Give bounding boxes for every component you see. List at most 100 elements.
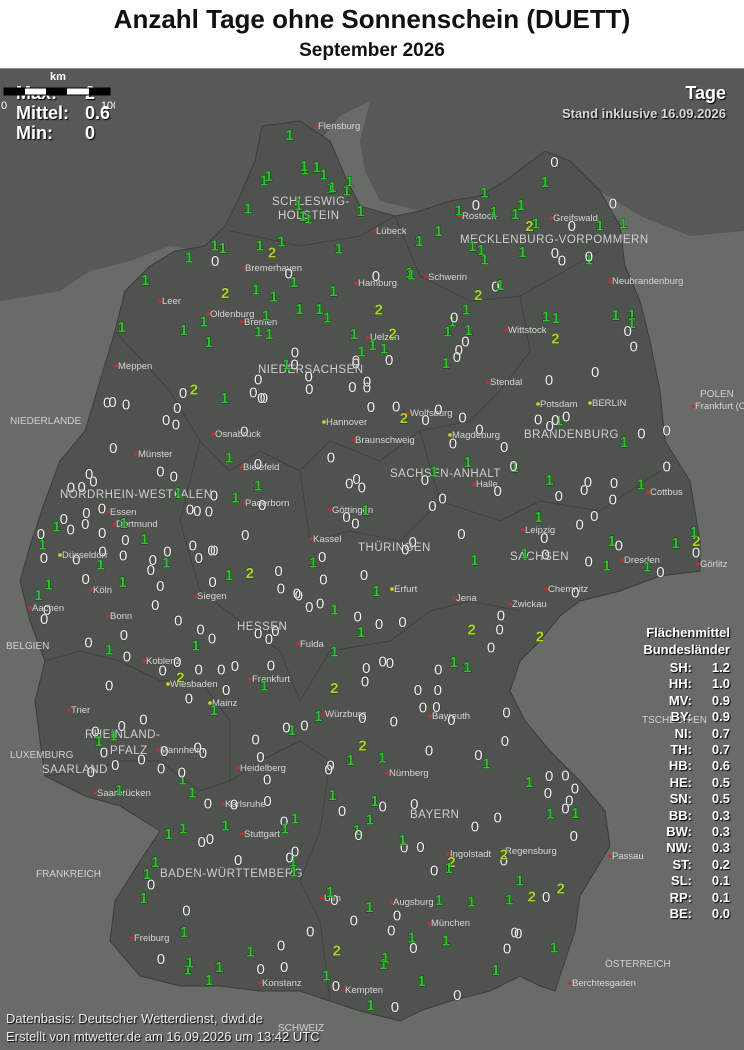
station-value: 0 (234, 852, 242, 869)
station-value: 1 (225, 450, 233, 467)
station-value: 0 (410, 796, 418, 813)
station-value: 0 (277, 937, 285, 954)
station-value: 0 (570, 828, 578, 845)
legend-row: TH: 0.7 (600, 742, 730, 758)
city-label: Köln (93, 585, 112, 596)
station-value: 1 (285, 127, 293, 144)
station-value: 0 (157, 951, 165, 968)
city-label: Hannover (326, 417, 367, 428)
legend-state: HE: (669, 774, 692, 790)
station-value: 0 (656, 564, 664, 581)
station-value: 0 (205, 503, 213, 520)
station-value: 0 (263, 771, 271, 788)
city-label: Neubrandenburg (612, 276, 683, 287)
station-value: 0 (172, 417, 180, 434)
station-value: 0 (108, 394, 116, 411)
station-value: 2 (268, 245, 276, 262)
city-label: Lübeck (376, 226, 407, 237)
station-value: 0 (280, 959, 288, 976)
station-value: 0 (119, 548, 127, 565)
station-value: 2 (358, 738, 366, 755)
station-value: 0 (494, 810, 502, 827)
station-value: 0 (421, 472, 429, 489)
station-value: 0 (194, 739, 202, 756)
station-value: 0 (206, 831, 214, 848)
country-label: LUXEMBURG (10, 750, 74, 761)
station-value: 0 (434, 402, 442, 419)
station-value: 1 (96, 556, 104, 573)
station-value: 1 (139, 890, 147, 907)
station-value: 1 (290, 274, 298, 291)
legend-row: MV: 0.9 (600, 693, 730, 709)
city-label: Kempten (345, 985, 383, 996)
station-value: 0 (327, 450, 335, 467)
city-label: Erfurt (394, 584, 418, 595)
station-value: 1 (326, 884, 334, 901)
legend-row: BB: 0.3 (600, 808, 730, 824)
legend-value: 0.5 (711, 791, 730, 807)
legend-state: ST: (672, 856, 693, 872)
station-value: 1 (534, 509, 542, 526)
state-label: BRANDENBURG (524, 429, 619, 441)
legend-row: SL: 0.1 (600, 873, 730, 889)
germany-map: Flensburg Rostock Greifswald Lübeck Schwerin… (0, 68, 744, 1050)
station-value: 0 (208, 631, 216, 648)
station-value: 0 (472, 197, 480, 214)
station-value: 0 (550, 154, 558, 171)
station-value: 0 (585, 249, 593, 266)
station-value: 1 (596, 218, 604, 235)
city-label: München (431, 918, 470, 929)
station-value: 0 (544, 785, 552, 802)
station-value: 1 (381, 949, 389, 966)
station-value: 1 (300, 158, 308, 175)
map-title: Anzahl Tage ohne Sonnenschein (DUETT) (113, 4, 631, 34)
station-value: 0 (147, 877, 155, 894)
station-value: 1 (328, 179, 336, 196)
station-value: 1 (550, 940, 558, 957)
station-value: 1 (277, 233, 285, 250)
station-value: 1 (270, 289, 278, 306)
station-value: 0 (208, 574, 216, 591)
station-value: 0 (494, 483, 502, 500)
station-value: 0 (450, 310, 458, 327)
station-value: 0 (541, 547, 549, 564)
station-value: 1 (366, 812, 374, 829)
station-value: 0 (342, 509, 350, 526)
legend-state: BE: (669, 906, 692, 922)
station-value: 1 (210, 237, 218, 254)
station-value: 0 (419, 699, 427, 716)
station-value: 1 (256, 237, 264, 254)
city-label: Braunschweig (355, 435, 415, 446)
scale-end: 100 (101, 100, 115, 112)
city-label: Nürnberg (389, 768, 429, 779)
city-label: Cottbus (650, 487, 683, 498)
station-value: 0 (82, 571, 90, 588)
station-value: 1 (690, 524, 698, 541)
station-value: 1 (185, 249, 193, 266)
station-value: 1 (151, 854, 159, 871)
station-value: 1 (220, 390, 228, 407)
station-value: 0 (540, 530, 548, 547)
footer-created: Erstellt von mtwetter.de am 16.09.2026 u… (6, 1029, 320, 1044)
station-value: 0 (318, 549, 326, 566)
station-value: 0 (425, 742, 433, 759)
city-label: Berchtesgaden (572, 978, 636, 989)
station-value: 1 (260, 172, 268, 189)
station-value: 1 (252, 282, 260, 299)
station-value: 1 (162, 554, 170, 571)
station-value: 0 (170, 469, 178, 486)
min-value: 0 (85, 123, 96, 143)
station-value: 1 (262, 308, 270, 325)
station-value: 1 (468, 238, 476, 255)
station-value: 1 (455, 203, 463, 220)
city-label: Osnabrück (215, 429, 261, 440)
state-label: SAARLAND (42, 764, 108, 776)
station-value: 0 (179, 385, 187, 402)
station-value: 0 (263, 793, 271, 810)
station-value: 0 (81, 516, 89, 533)
station-value: 0 (561, 801, 569, 818)
station-value: 0 (282, 720, 290, 737)
city-label: Regensburg (505, 846, 557, 857)
city-label: Meppen (118, 361, 152, 372)
station-value: 0 (545, 372, 553, 389)
